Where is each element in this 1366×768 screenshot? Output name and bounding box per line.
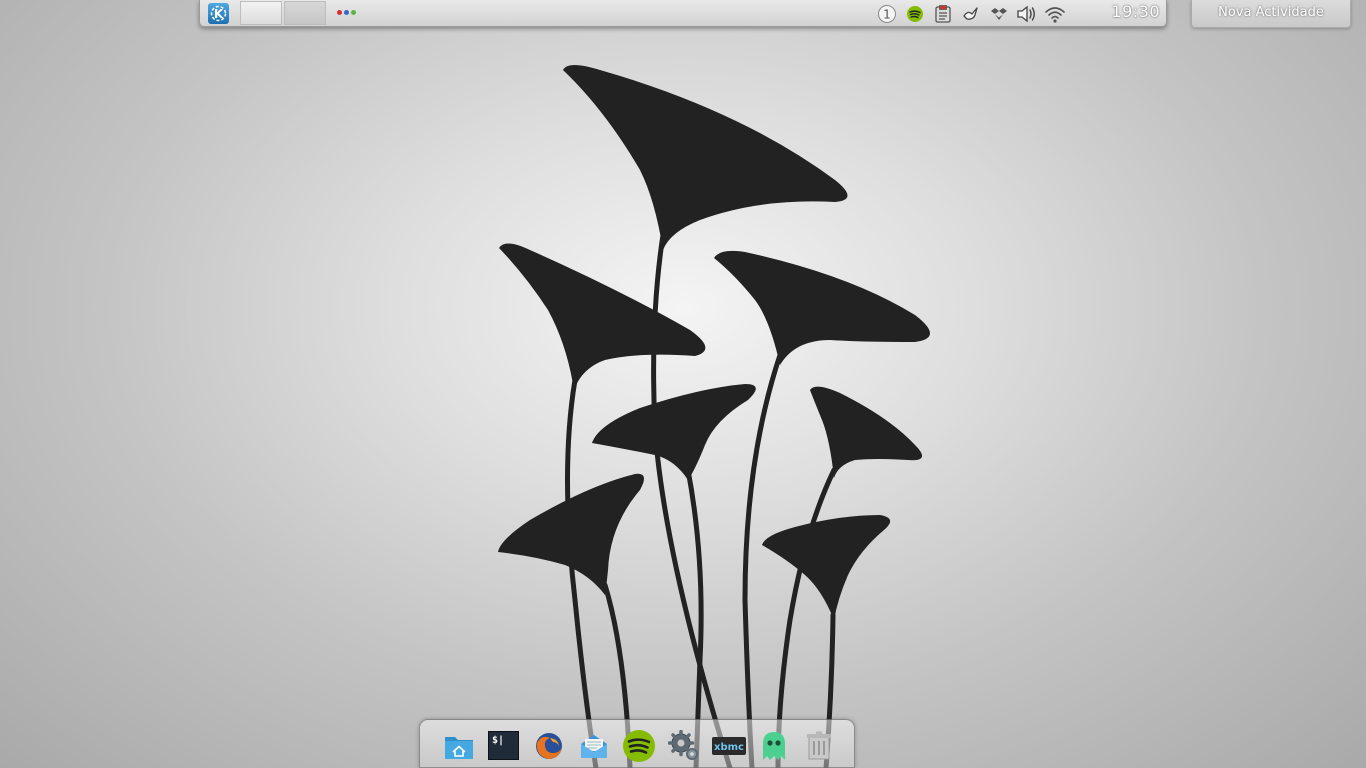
svg-text:1: 1	[883, 7, 891, 21]
activity-dot-green	[351, 10, 356, 15]
info-icon[interactable]: 1	[876, 3, 898, 25]
xbmc-icon[interactable]: xbmc	[710, 727, 747, 764]
settings-icon[interactable]	[665, 727, 702, 764]
system-tray: 1	[876, 2, 1066, 25]
ghost-icon[interactable]	[755, 727, 792, 764]
clock[interactable]: 19:30	[1111, 2, 1160, 21]
virtual-desktop-pager	[240, 1, 326, 25]
pager-desktop-2[interactable]	[284, 1, 326, 25]
spotify-icon[interactable]	[620, 727, 657, 764]
wifi-icon[interactable]	[1044, 3, 1066, 25]
mail-icon[interactable]	[575, 727, 612, 764]
clipboard-icon[interactable]	[932, 3, 954, 25]
svg-text:xbmc: xbmc	[714, 742, 744, 753]
activity-dot-blue	[344, 10, 349, 15]
wallpaper-flowers	[498, 65, 930, 768]
new-activity-button[interactable]: Nova Actividade	[1191, 0, 1351, 28]
trash-icon[interactable]	[800, 727, 837, 764]
dropbox-icon[interactable]	[988, 3, 1010, 25]
pager-desktop-1[interactable]	[240, 1, 282, 25]
top-panel: K 1 19:30	[199, 0, 1167, 27]
activity-switcher[interactable]	[337, 10, 356, 15]
dock: $| xbmc	[419, 719, 855, 768]
firefox-icon[interactable]	[530, 727, 567, 764]
activity-dot-red	[337, 10, 342, 15]
notification-bird-icon[interactable]	[960, 3, 982, 25]
kde-kickoff-icon[interactable]: K	[208, 3, 229, 24]
svg-text:$|: $|	[492, 735, 504, 746]
spotify-icon[interactable]	[904, 3, 926, 25]
terminal-icon[interactable]: $|	[485, 727, 522, 764]
svg-text:K: K	[214, 7, 224, 21]
home-folder-icon[interactable]	[440, 727, 477, 764]
volume-icon[interactable]	[1016, 3, 1038, 25]
